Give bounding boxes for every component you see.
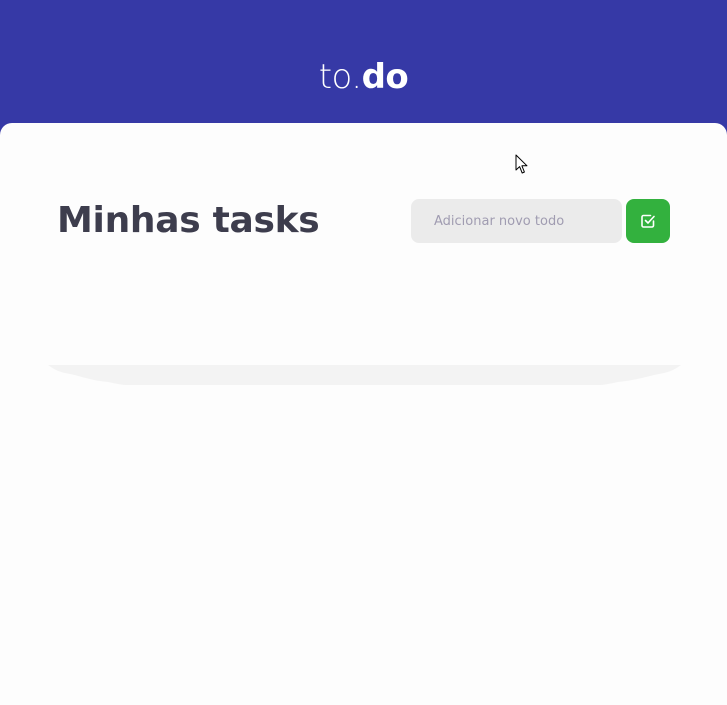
check-square-icon (640, 213, 656, 229)
list-divider (48, 365, 681, 391)
app-logo: to.do (0, 56, 727, 98)
logo-light-text: to. (318, 57, 362, 97)
app-header: to.do (0, 0, 727, 140)
add-todo-button[interactable] (626, 199, 670, 243)
tasks-card: Minhas tasks (0, 123, 727, 705)
page-title: Minhas tasks (57, 200, 320, 241)
new-todo-input[interactable] (411, 199, 622, 243)
logo-bold-text: do (361, 57, 409, 97)
task-list (0, 287, 727, 367)
